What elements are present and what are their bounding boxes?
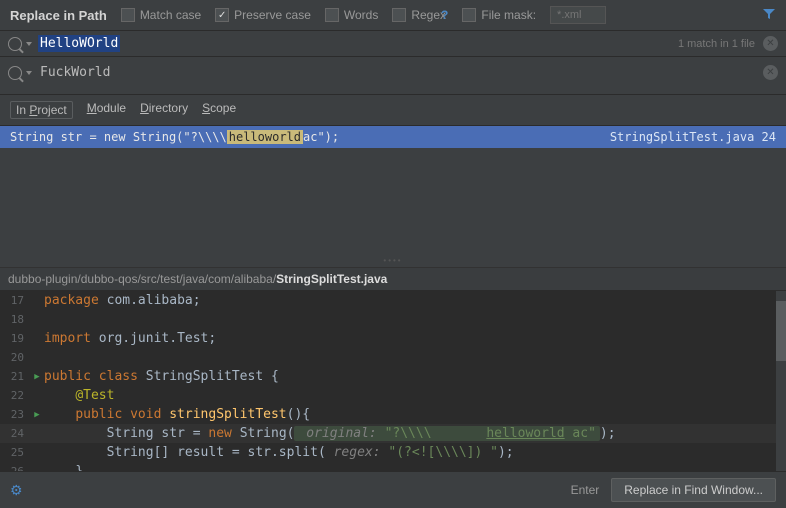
regex-help-icon[interactable]: ? — [441, 8, 448, 22]
match-case-label: Match case — [140, 8, 201, 22]
results-empty-area: •••• — [0, 148, 786, 268]
tab-in-project[interactable]: In Project — [10, 101, 73, 119]
clear-replace-icon[interactable]: ✕ — [763, 65, 778, 80]
words-checkbox[interactable]: Words — [325, 8, 378, 22]
preserve-case-checkbox[interactable]: Preserve case — [215, 8, 311, 22]
tab-scope[interactable]: Scope — [202, 101, 236, 119]
breadcrumb-file: StringSplitTest.java — [276, 272, 387, 286]
result-prefix: String str = new String("?\\\\ — [10, 130, 227, 144]
line-number: 24 — [0, 427, 30, 440]
editor-scrollbar[interactable] — [776, 291, 786, 481]
run-gutter-icon[interactable]: ▶ — [30, 372, 44, 382]
history-dropdown-icon[interactable] — [26, 42, 32, 46]
run-gutter-icon[interactable]: ▶ — [30, 410, 44, 420]
result-match: helloworld — [227, 130, 303, 144]
breadcrumb: dubbo-plugin/dubbo-qos/src/test/java/com… — [0, 268, 786, 291]
line-number: 22 — [0, 389, 30, 402]
line-number: 21 — [0, 370, 30, 383]
replace-in-find-window-button[interactable]: Replace in Find Window... — [611, 478, 776, 502]
result-suffix: ac"); — [303, 130, 339, 144]
line-number: 19 — [0, 332, 30, 345]
search-icon — [8, 37, 22, 51]
dialog-footer: ⚙ Enter Replace in Find Window... — [0, 471, 786, 508]
scrollbar-thumb[interactable] — [776, 301, 786, 361]
line-number: 17 — [0, 294, 30, 307]
history-dropdown-icon[interactable] — [26, 71, 32, 75]
words-label: Words — [344, 8, 378, 22]
gear-icon[interactable]: ⚙ — [10, 482, 23, 499]
tab-directory[interactable]: Directory — [140, 101, 188, 119]
replace-row: ✕ — [0, 57, 786, 95]
enter-hint: Enter — [571, 483, 600, 497]
regex-checkbox[interactable]: Regex? — [392, 8, 448, 22]
dialog-title: Replace in Path — [10, 8, 107, 23]
search-icon — [8, 66, 22, 80]
match-count: 1 match in 1 file — [678, 38, 755, 50]
match-case-checkbox[interactable]: Match case — [121, 8, 201, 22]
filemask-input[interactable] — [550, 6, 606, 24]
result-row[interactable]: String str = new String("?\\\\ helloworl… — [0, 126, 786, 148]
resize-handle-icon[interactable]: •••• — [383, 256, 402, 265]
code-editor[interactable]: 17package com.alibaba; 18 19import org.j… — [0, 291, 786, 481]
breadcrumb-path: dubbo-plugin/dubbo-qos/src/test/java/com… — [8, 272, 276, 286]
filemask-checkbox[interactable]: File mask: — [462, 8, 536, 22]
line-number: 18 — [0, 313, 30, 326]
replace-input[interactable] — [38, 61, 763, 84]
result-file: StringSplitTest.java 24 — [610, 130, 776, 144]
line-number: 23 — [0, 408, 30, 421]
find-row: HelloWOrld 1 match in 1 file ✕ — [0, 31, 786, 57]
clear-find-icon[interactable]: ✕ — [763, 36, 778, 51]
scope-tabs: In Project Module Directory Scope — [0, 95, 786, 126]
filemask-label: File mask: — [481, 8, 536, 22]
dialog-header: Replace in Path Match case Preserve case… — [0, 0, 786, 31]
preserve-case-label: Preserve case — [234, 8, 311, 22]
line-number: 25 — [0, 446, 30, 459]
tab-module[interactable]: Module — [87, 101, 126, 119]
line-number: 20 — [0, 351, 30, 364]
find-input[interactable]: HelloWOrld — [38, 35, 120, 52]
filter-icon[interactable] — [762, 7, 776, 24]
